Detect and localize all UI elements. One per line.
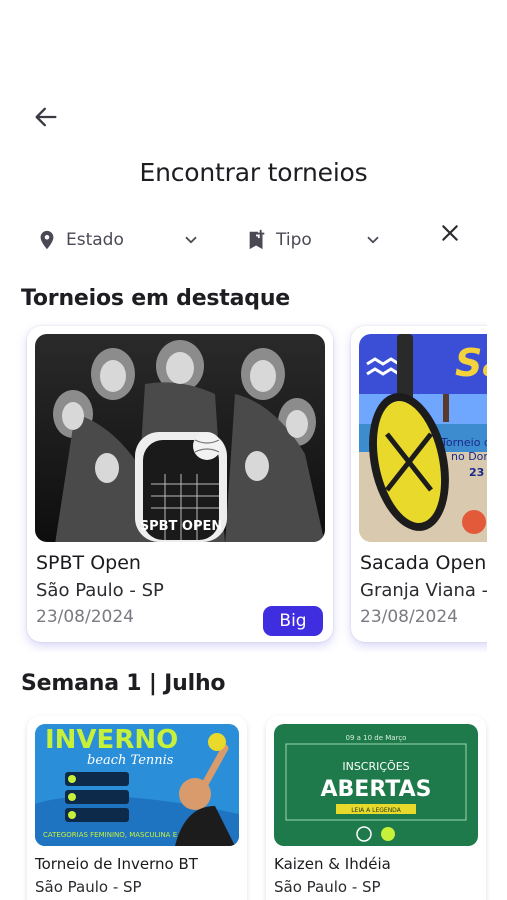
image-date: 23 (469, 466, 484, 479)
arrow-left-icon (35, 107, 57, 127)
tournament-date: 23/08/2024 (36, 607, 134, 627)
image-top-text: INSCRIÇÕES (342, 760, 409, 773)
image-caption: Torneio d (440, 436, 487, 449)
tournament-name: Sacada Open (360, 552, 487, 574)
chevron-down-icon (185, 236, 197, 244)
bookmark-plus-icon (249, 229, 265, 250)
tournament-location: São Paulo - SP (35, 878, 142, 896)
tournament-image: INVERNO beach Tennis CATEGORIAS FEMININO… (35, 724, 239, 846)
tournament-image: SPBT OPEN (35, 334, 325, 542)
image-title: INVERNO (45, 725, 178, 755)
category-badge[interactable]: Big (263, 606, 323, 636)
tournament-location: São Paulo - SP (36, 580, 164, 601)
clear-filters-button[interactable] (436, 219, 464, 247)
filter-bar: Estado Tipo (0, 222, 507, 258)
tipo-filter-label: Tipo (276, 230, 312, 250)
tournament-card-sacada-open[interactable]: Sa Torneio d no Don 23 Sacada Open Granj… (351, 326, 487, 642)
image-footer: CATEGORIAS FEMININO, MASCULINA E MISTA (43, 831, 201, 839)
estado-filter-label: Estado (66, 230, 124, 250)
close-icon (442, 225, 458, 241)
tournament-card-spbt-open[interactable]: SPBT OPEN SPBT Open São Paulo - SP 23/08… (27, 326, 333, 642)
tournament-location: Granja Viana - (360, 580, 487, 601)
tournament-name: Torneio de Inverno BT (35, 855, 198, 873)
featured-section-title: Torneios em destaque (21, 286, 291, 311)
tournament-card-torneio-de-inverno[interactable]: INVERNO beach Tennis CATEGORIAS FEMININO… (27, 716, 247, 900)
image-caption-line2: no Don (451, 450, 487, 463)
tournament-card-kaizen-ihdeia[interactable]: 09 a 10 de Março INSCRIÇÕES ABERTAS LEIA… (266, 716, 486, 900)
tipo-filter-dropdown[interactable]: Tipo (246, 222, 388, 258)
image-title: ABERTAS (321, 777, 432, 802)
tournament-name: Kaizen & Ihdéia (274, 855, 391, 873)
image-subtitle: LEIA A LEGENDA (351, 807, 402, 814)
estado-filter-dropdown[interactable]: Estado (36, 222, 206, 258)
week-carousel[interactable]: INVERNO beach Tennis CATEGORIAS FEMININO… (0, 710, 507, 900)
tournament-name: SPBT Open (36, 552, 141, 574)
tournament-image: 09 a 10 de Março INSCRIÇÕES ABERTAS LEIA… (274, 724, 478, 846)
location-pin-icon (40, 230, 54, 250)
tournament-location: São Paulo - SP (274, 878, 381, 896)
tournament-image: Sa Torneio d no Don 23 (359, 334, 487, 542)
image-title: Sa (455, 341, 487, 385)
week-section-title: Semana 1 | Julho (21, 671, 226, 696)
tournament-date: 23/08/2024 (360, 607, 458, 627)
image-subtitle: beach Tennis (87, 753, 174, 768)
image-date: 09 a 10 de Março (346, 734, 407, 742)
page-title: Encontrar torneios (139, 158, 368, 187)
featured-carousel[interactable]: SPBT OPEN SPBT Open São Paulo - SP 23/08… (0, 322, 487, 652)
back-button[interactable] (26, 100, 66, 134)
chevron-down-icon (367, 236, 379, 244)
image-caption: SPBT OPEN (140, 519, 223, 534)
